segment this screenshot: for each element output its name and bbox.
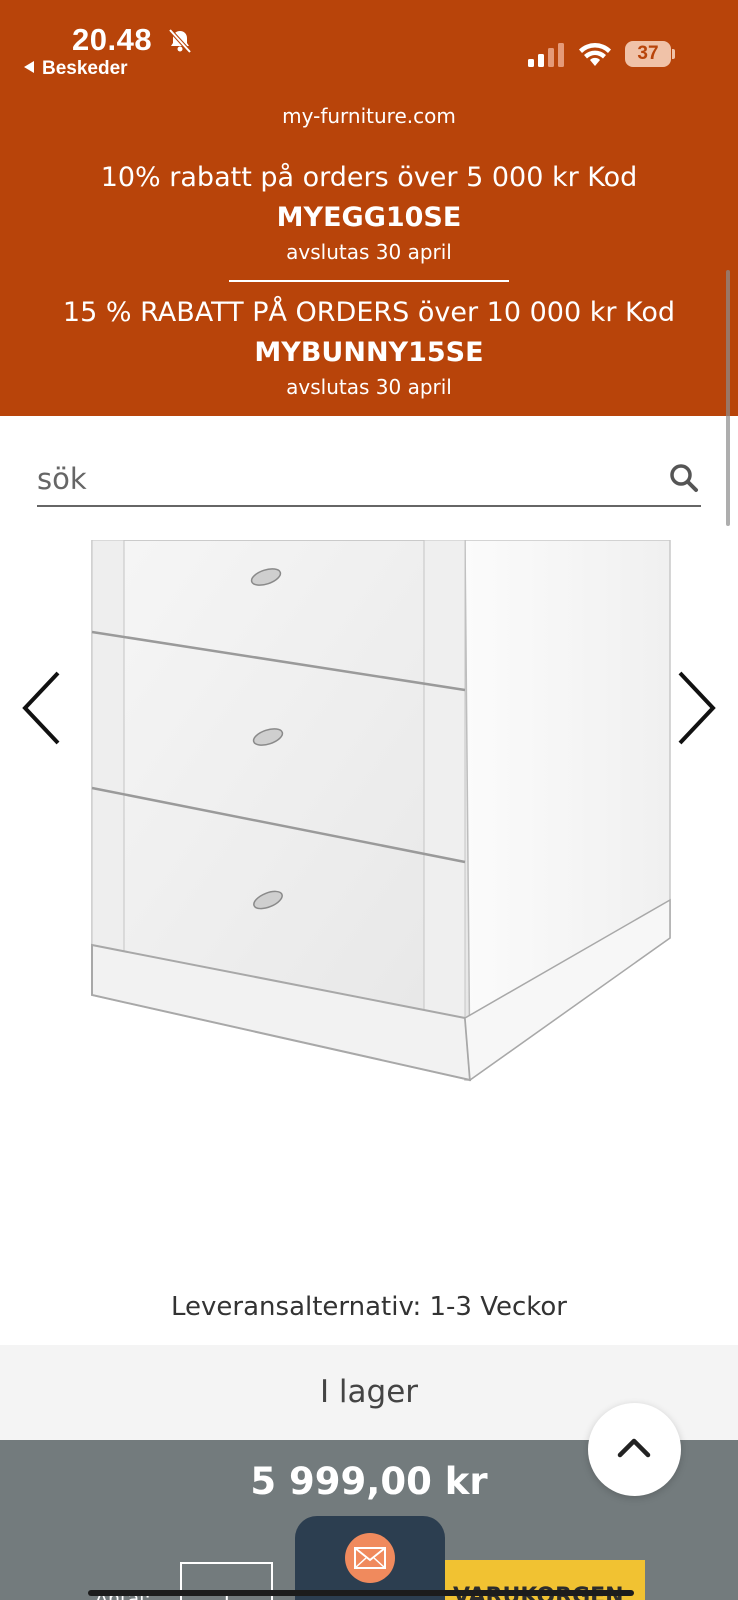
back-to-app-link[interactable]: Beskeder xyxy=(24,58,128,80)
wifi-icon xyxy=(579,43,611,66)
chevron-up-icon xyxy=(617,1438,651,1458)
battery-level: 37 xyxy=(625,41,671,67)
battery-indicator: 37 xyxy=(625,41,675,67)
status-time: 20.48 xyxy=(72,22,153,57)
promo-text: 15 % RABATT PÅ ORDERS över 10 000 kr Kod xyxy=(62,297,676,328)
promo-code: MYEGG10SE xyxy=(276,202,462,233)
back-app-label: Beskeder xyxy=(42,58,128,79)
signal-icon xyxy=(528,43,564,67)
bell-slash-icon xyxy=(168,28,192,54)
promo-text: 10% rabatt på orders över 5 000 kr Kod xyxy=(100,162,638,193)
chevron-right-icon[interactable] xyxy=(670,668,720,748)
promo-2: 15 % RABATT PÅ ORDERS över 10 000 kr Kod… xyxy=(0,295,738,401)
promo-1: 10% rabatt på orders över 5 000 kr Kod M… xyxy=(0,160,738,266)
search-icon[interactable] xyxy=(669,463,699,493)
search-bar xyxy=(37,455,701,507)
promo-divider xyxy=(229,280,509,282)
newsletter-tab[interactable] xyxy=(295,1516,445,1600)
site-domain: my-furniture.com xyxy=(282,104,456,128)
scroll-to-top-button[interactable] xyxy=(588,1403,681,1496)
back-arrow-icon xyxy=(24,61,34,73)
promo-header: 20.48 Beskeder 37 my-furniture.com 10% r… xyxy=(0,0,738,416)
promo-code: MYBUNNY15SE xyxy=(254,337,484,368)
chevron-left-icon[interactable] xyxy=(18,668,68,748)
promo-ends: avslutas 30 april xyxy=(286,375,452,399)
home-indicator[interactable] xyxy=(88,1590,634,1596)
promo-ends: avslutas 30 april xyxy=(286,240,452,264)
product-image[interactable] xyxy=(80,540,680,1100)
mail-icon xyxy=(345,1533,395,1583)
page-scrollbar[interactable] xyxy=(726,270,730,526)
delivery-option: Leveransalternativ: 1-3 Veckor xyxy=(171,1292,567,1322)
search-input[interactable] xyxy=(37,455,637,503)
